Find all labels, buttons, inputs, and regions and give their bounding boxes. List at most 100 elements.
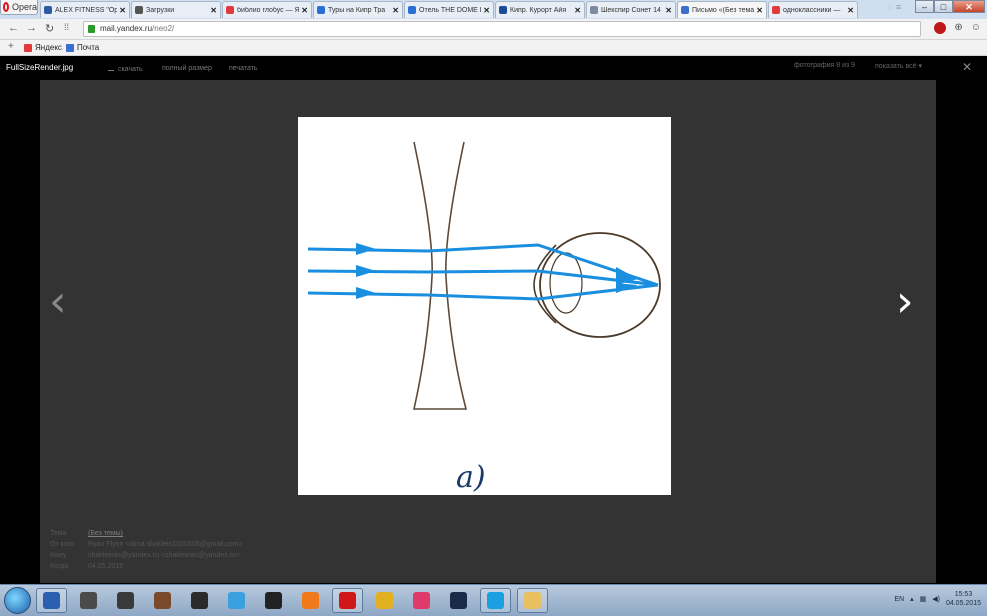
lens-eye-diagram: a) (307, 141, 661, 495)
photo-image: a) (298, 117, 671, 495)
taskbar-app-word[interactable] (36, 588, 67, 613)
forward-arrow-icon[interactable]: → (26, 22, 37, 34)
taskbar-app-itunes[interactable] (406, 588, 437, 613)
mail-icon (66, 43, 74, 52)
speed-dial-icon[interactable]: ⁞⁞ (64, 22, 69, 32)
taskbar-app-opera[interactable] (332, 588, 363, 613)
print-link[interactable]: печатать (229, 65, 258, 72)
opera-logo-icon (3, 2, 9, 12)
browser-tab[interactable]: Загрузки ✕ (131, 1, 221, 18)
tab-favicon-icon (681, 6, 689, 14)
taskbar-app-game-1[interactable] (110, 588, 141, 613)
meta-date-label: Когда (50, 563, 69, 570)
browser-tab[interactable]: одноклассники — ✕ (768, 1, 858, 18)
bookmark-yandex[interactable]: Яндекс (24, 43, 62, 52)
tab-close-icon[interactable]: ✕ (483, 6, 490, 15)
browser-tab[interactable]: библио глобус — Я ✕ (222, 1, 312, 18)
tab-favicon-icon (226, 6, 234, 14)
tab-title: Шекспир Сонет 14 (601, 6, 661, 14)
download-icon[interactable]: ⊕ (954, 22, 962, 34)
photo-counter: фотография 8 из 9 (794, 62, 856, 69)
tab-strip-extra-icons[interactable]: ◌ ≡ (888, 2, 901, 12)
back-arrow-icon[interactable]: ← (8, 22, 19, 34)
tab-title: Загрузки (146, 6, 175, 14)
tab-close-icon[interactable]: ✕ (301, 6, 308, 15)
skype-icon (487, 592, 504, 609)
next-photo-arrow-icon[interactable]: › (896, 276, 914, 327)
taskbar-apps (36, 588, 548, 613)
download-label: скачать (118, 66, 143, 73)
meta-subject-value[interactable]: (Без темы) (88, 528, 123, 539)
tab-close-icon[interactable]: ✕ (847, 6, 854, 15)
tab-title: ALEX FITNESS "Ope (55, 6, 118, 14)
taskbar-app-chrome[interactable] (369, 588, 400, 613)
browser-tab[interactable]: Шекспир Сонет 14 ✕ (586, 1, 676, 18)
download-icon (108, 65, 114, 71)
language-indicator[interactable]: EN (894, 596, 904, 603)
network-icon[interactable]: ▦ (920, 595, 927, 603)
meta-to-value: shakleinas@yandex.ru <shakleinas@yandex.… (88, 552, 240, 559)
tab-close-icon[interactable]: ✕ (392, 6, 399, 15)
download-link[interactable]: скачать (108, 65, 143, 73)
tab-close-icon[interactable]: ✕ (574, 6, 581, 15)
eye-lens (549, 252, 583, 314)
maximize-button[interactable]: □ (934, 0, 953, 13)
tab-title: Туры на Кипр Тра (328, 6, 386, 14)
bookmark-label: Почта (77, 43, 100, 52)
opera-extension-icon[interactable] (934, 22, 947, 34)
taskbar-app-explorer[interactable] (517, 588, 548, 613)
bookmark-label: Яндекс (35, 43, 62, 52)
bookmark-mail[interactable]: Почта (66, 43, 99, 52)
browser-tab[interactable]: Отель THE DOME K ✕ (404, 1, 494, 18)
tab-favicon-icon (44, 6, 52, 14)
address-bar: ← → ↻ ⁞⁞ mail.yandex.ru/neo2/ ⊕ ☺ (0, 19, 987, 40)
taskbar-app-skype[interactable] (480, 588, 511, 613)
clock[interactable]: 15:53 04.05.2015 (946, 590, 981, 608)
panda-icon (265, 592, 282, 609)
meta-from-label: От кого (50, 541, 74, 548)
office-icon (302, 592, 319, 609)
tab-title: одноклассники — (783, 6, 841, 14)
close-window-button[interactable]: ✕ (953, 0, 985, 13)
account-icon[interactable]: ☺ (971, 22, 981, 34)
clock-time: 15:53 (954, 591, 973, 598)
taskbar-app-download-manager[interactable] (221, 588, 252, 613)
reload-icon[interactable]: ↻ (45, 22, 54, 35)
tab-close-icon[interactable]: ✕ (665, 6, 672, 15)
taskbar-app-counter-strike[interactable] (73, 588, 104, 613)
close-icon[interactable]: ✕ (962, 60, 972, 74)
browser-tab-strip: Opera ALEX FITNESS "Ope ✕ Загрузки ✕ библио … (0, 0, 987, 19)
tab-favicon-icon (772, 6, 780, 14)
tab-favicon-icon (135, 6, 143, 14)
add-bookmark-icon[interactable]: + (8, 41, 14, 52)
browser-tab[interactable]: Кипр. Курорт Айя ✕ (495, 1, 585, 18)
explorer-icon (524, 592, 541, 609)
volume-icon[interactable]: ◀) (932, 595, 940, 603)
minimize-button[interactable]: – (915, 0, 934, 13)
taskbar-app-panda[interactable] (258, 588, 289, 613)
yandex-icon (24, 43, 32, 52)
game-1-icon (117, 592, 134, 609)
taskbar-app-game-2[interactable] (147, 588, 178, 613)
browser-tab[interactable]: ALEX FITNESS "Ope ✕ (40, 1, 130, 18)
tab-close-icon[interactable]: ✕ (119, 6, 126, 15)
tray-arrow-icon[interactable]: ▴ (910, 595, 914, 603)
browser-tab[interactable]: Туры на Кипр Тра ✕ (313, 1, 403, 18)
start-button[interactable] (4, 587, 31, 614)
tab-close-icon[interactable]: ✕ (210, 6, 217, 15)
taskbar-app-game-3[interactable] (184, 588, 215, 613)
chrome-icon (376, 592, 393, 609)
tab-title: Кипр. Курорт Айя (510, 6, 567, 14)
prev-photo-arrow-icon[interactable]: ‹ (49, 276, 67, 327)
taskbar-app-steam[interactable] (443, 588, 474, 613)
taskbar-app-office[interactable] (295, 588, 326, 613)
url-path: /neo2/ (152, 24, 175, 33)
url-input[interactable]: mail.yandex.ru/neo2/ (83, 21, 921, 37)
show-all-link[interactable]: показать всё ▾ (875, 62, 922, 70)
tab-favicon-icon (590, 6, 598, 14)
opera-menu-button[interactable]: Opera (0, 0, 38, 15)
browser-tab[interactable]: Письмо «(Без тема ✕ (677, 1, 767, 18)
fullsize-link[interactable]: полный размер (162, 65, 212, 72)
tab-close-icon[interactable]: ✕ (756, 6, 763, 15)
meta-from-row: От кого Ryan Flynn <dima.shaklein1020305… (50, 539, 243, 550)
